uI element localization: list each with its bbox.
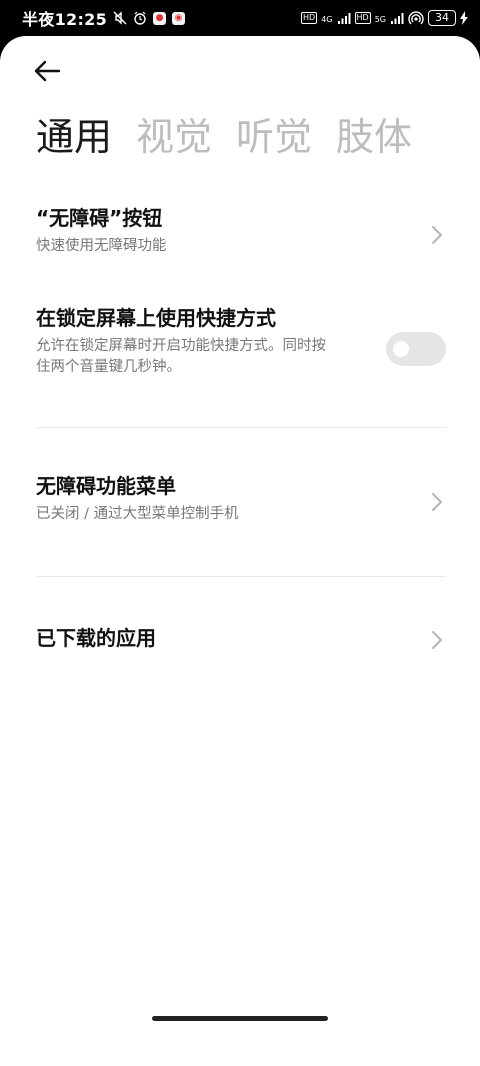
hotspot-icon [408,10,424,26]
signal-icon-2 [390,11,404,25]
network-type-2: 5G [374,15,386,24]
item-subtitle-line-1: 允许在锁定屏幕时开启功能快捷方式。同时按 [36,338,326,354]
accessibility-button-item[interactable]: “无障碍”按钮 快速使用无障碍功能 [36,204,446,266]
downloaded-apps-item[interactable]: 已下载的应用 [36,624,446,656]
mute-icon [113,11,127,25]
tab-general[interactable]: 通用 [36,112,112,162]
divider [36,427,446,428]
category-tabs: 通用 视觉 听觉 肢体 [36,112,412,162]
tab-hearing[interactable]: 听觉 [236,112,312,162]
status-time: 半夜12:25 [22,10,108,29]
tab-physical[interactable]: 肢体 [336,112,412,162]
app-notification-icon: ● [153,11,167,25]
charging-icon [460,11,468,25]
signal-icon [337,11,351,25]
item-title: “无障碍”按钮 [36,206,163,230]
item-title: 已下载的应用 [36,626,156,650]
item-title: 无障碍功能菜单 [36,474,176,498]
item-subtitle: 已关闭 / 通过大型菜单控制手机 [36,506,239,522]
tab-vision[interactable]: 视觉 [136,112,212,162]
item-subtitle: 快速使用无障碍功能 [36,238,167,254]
battery-icon: 34 [428,10,456,26]
hd-icon-2: HD [354,12,371,24]
chevron-right-icon [432,226,442,244]
home-indicator[interactable] [152,1016,328,1021]
alarm-icon [133,11,147,25]
status-bar: 半夜12:25 ● ◉ HD 4G HD 5G 34 [0,0,480,36]
chevron-right-icon [432,493,442,511]
hd-icon: HD [301,12,318,24]
chevron-right-icon [432,631,442,649]
back-arrow-icon [34,60,61,82]
item-title: 在锁定屏幕上使用快捷方式 [36,306,276,330]
lock-screen-shortcut-toggle[interactable] [386,332,446,366]
item-subtitle-line-2: 住两个音量键几秒钟。 [36,359,181,375]
item-subtitle: 允许在锁定屏幕时开启功能快捷方式。同时按 住两个音量键几秒钟。 [36,336,381,378]
lock-screen-shortcut-item: 在锁定屏幕上使用快捷方式 允许在锁定屏幕时开启功能快捷方式。同时按 住两个音量键… [36,304,446,384]
accessibility-menu-item[interactable]: 无障碍功能菜单 已关闭 / 通过大型菜单控制手机 [36,472,446,534]
divider [36,576,446,577]
network-type-1: 4G [321,15,333,24]
toggle-knob [393,341,409,357]
back-button[interactable] [30,56,64,86]
app-notification-icon-2: ◉ [172,11,186,25]
settings-sheet: 通用 视觉 听觉 肢体 “无障碍”按钮 快速使用无障碍功能 在锁定屏幕上使用快捷… [0,36,480,1066]
